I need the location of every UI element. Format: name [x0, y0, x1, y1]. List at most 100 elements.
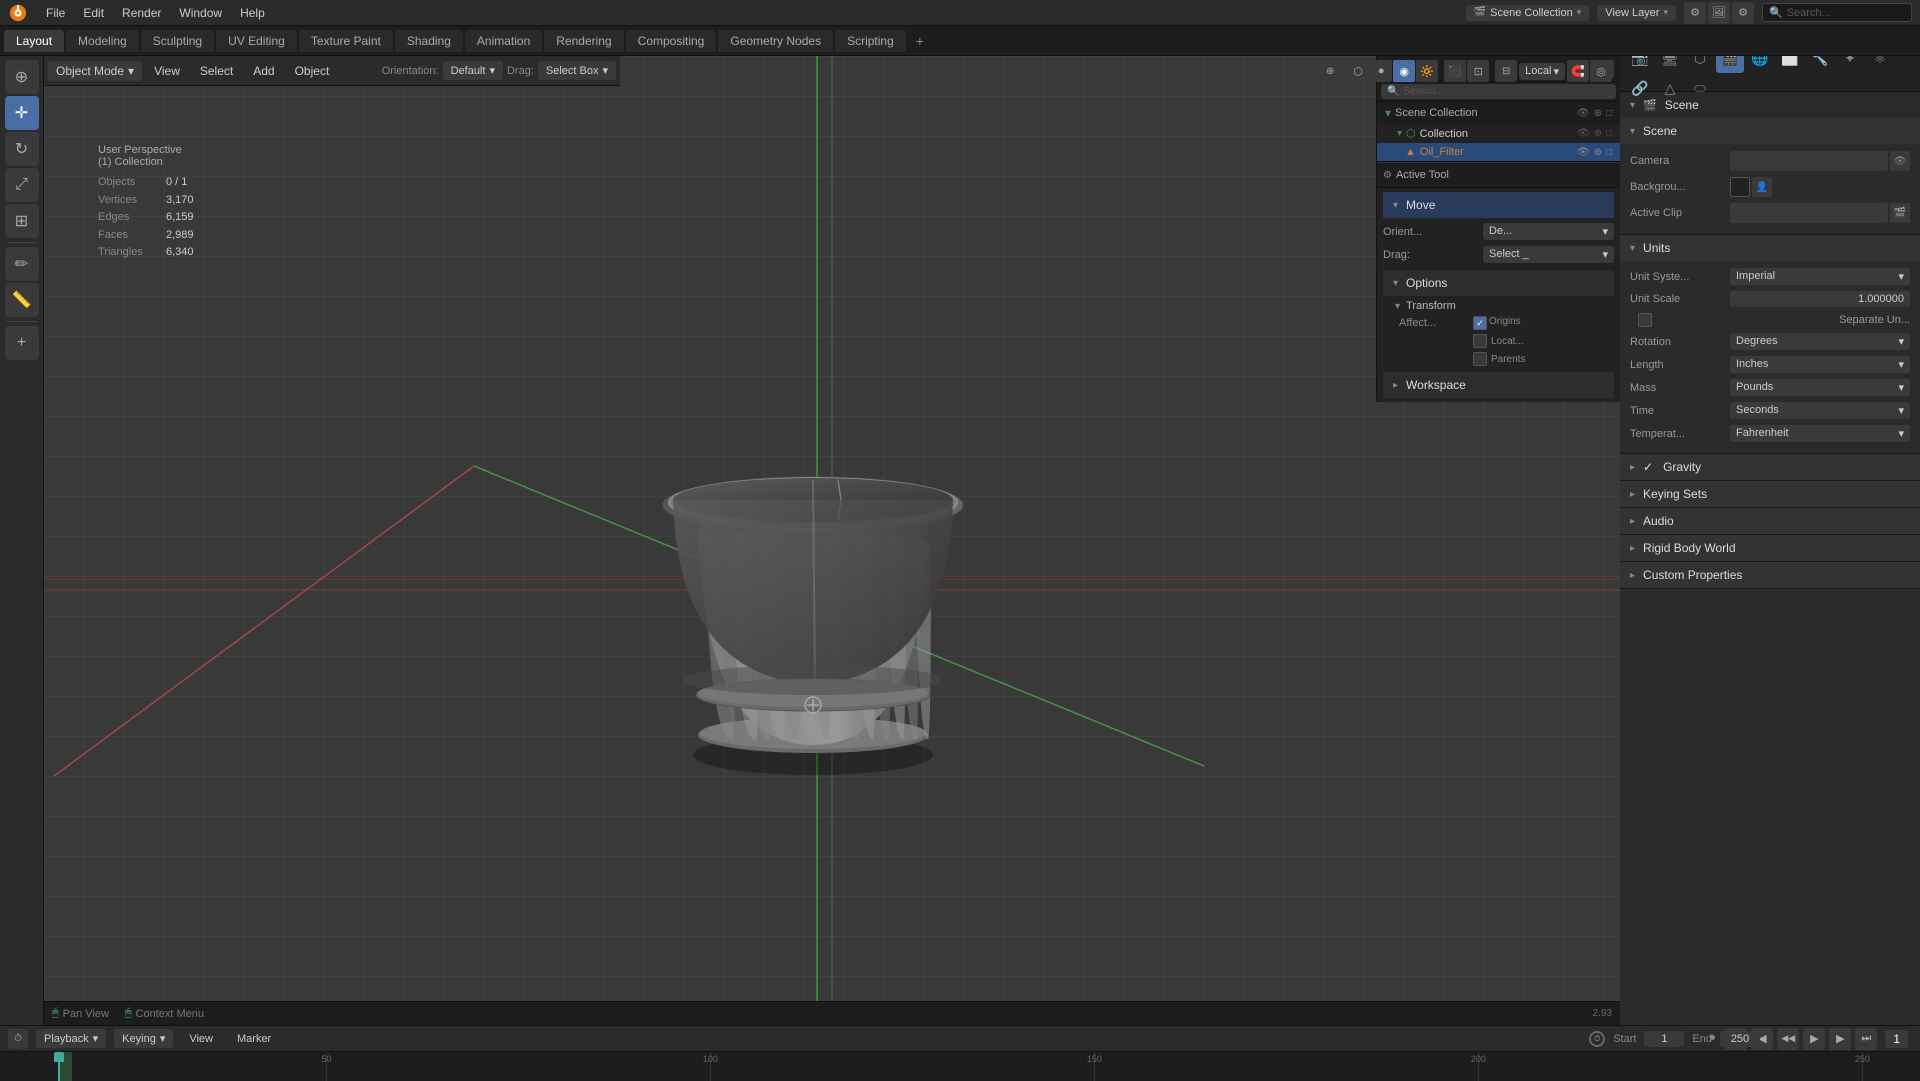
hide-icon[interactable]: □: [1606, 108, 1612, 119]
material-shade-btn[interactable]: ◉: [1393, 60, 1415, 82]
background-eyedropper[interactable]: 👤: [1752, 177, 1772, 197]
unit-system-dropdown[interactable]: Imperial ▾: [1730, 268, 1910, 285]
pivot-dropdown-btn[interactable]: ⊟: [1495, 60, 1517, 82]
clip-eyedropper[interactable]: 🎬: [1890, 203, 1910, 223]
step-forward-btn[interactable]: ▶: [1829, 1028, 1851, 1050]
separate-units-checkbox[interactable]: [1638, 313, 1652, 327]
units-section-header[interactable]: Units: [1620, 235, 1920, 261]
timeline-marker-btn[interactable]: Marker: [229, 1030, 279, 1048]
playhead-handle[interactable]: [54, 1052, 64, 1062]
snap-toggle-btn[interactable]: 🧲: [1567, 60, 1589, 82]
timeline-bar[interactable]: 1 50 100 150 200 250: [0, 1052, 1920, 1081]
end-frame-input[interactable]: 250: [1720, 1031, 1760, 1047]
workspace-header[interactable]: Workspace: [1383, 372, 1614, 398]
unit-scale-value[interactable]: 1.000000: [1730, 291, 1910, 307]
transform-subheader[interactable]: Transform: [1383, 298, 1614, 314]
drag-row-dropdown[interactable]: Select _ ▾: [1483, 246, 1614, 263]
tab-compositing[interactable]: Compositing: [626, 30, 717, 52]
col-hide-icon[interactable]: □: [1606, 128, 1612, 139]
start-frame-input[interactable]: 1: [1644, 1031, 1684, 1047]
orient-dropdown[interactable]: De... ▾: [1483, 223, 1614, 240]
options-header[interactable]: Options: [1383, 270, 1614, 296]
cursor-icon-out[interactable]: ⊕: [1594, 108, 1602, 119]
origins-checkbox[interactable]: ✓: [1473, 316, 1487, 330]
blender-logo[interactable]: [8, 3, 28, 23]
tab-sculpting[interactable]: Sculpting: [141, 30, 214, 52]
tab-rendering[interactable]: Rendering: [544, 30, 623, 52]
keying-sets-header[interactable]: Keying Sets: [1620, 481, 1920, 507]
eye-icon[interactable]: 👁: [1577, 108, 1590, 119]
view-gizmo-btn[interactable]: ⊕: [1319, 60, 1341, 82]
xray-toggle-btn[interactable]: ⊡: [1467, 60, 1489, 82]
view-layer-selector[interactable]: View Layer ▾: [1597, 5, 1676, 21]
tab-uv-editing[interactable]: UV Editing: [216, 30, 297, 52]
custom-props-header[interactable]: Custom Properties: [1620, 562, 1920, 588]
wireframe-shade-btn[interactable]: ⬡: [1347, 60, 1369, 82]
settings-btn[interactable]: ⚙: [1732, 2, 1754, 24]
current-frame-display[interactable]: 1: [1885, 1030, 1908, 1048]
tab-animation[interactable]: Animation: [465, 30, 542, 52]
tab-shading[interactable]: Shading: [395, 30, 463, 52]
collection-item[interactable]: ▾ ⬡ Collection 👁 ⊕ □: [1377, 124, 1620, 143]
col-cursor-icon[interactable]: ⊕: [1594, 128, 1602, 139]
add-primitive-tool[interactable]: +: [5, 326, 39, 360]
tool-name-header[interactable]: Move: [1383, 192, 1614, 218]
obj-eye-icon[interactable]: 👁: [1577, 147, 1590, 158]
obj-cursor-icon[interactable]: ⊕: [1594, 147, 1602, 158]
camera-eyedropper[interactable]: 👁: [1890, 151, 1910, 171]
add-workspace-btn[interactable]: +: [908, 29, 932, 53]
menu-render[interactable]: Render: [114, 4, 169, 22]
menu-edit[interactable]: Edit: [75, 4, 112, 22]
menu-window[interactable]: Window: [171, 4, 230, 22]
obj-hide-icon[interactable]: □: [1606, 147, 1612, 158]
rendered-shade-btn[interactable]: 🔆: [1416, 60, 1438, 82]
locat-checkbox[interactable]: [1473, 334, 1487, 348]
scene-section-header[interactable]: Scene: [1620, 118, 1920, 144]
transform-tool[interactable]: ⊞: [5, 204, 39, 238]
global-search[interactable]: 🔍 Search...: [1762, 3, 1912, 22]
background-color-swatch[interactable]: [1730, 177, 1750, 197]
tab-geometry-nodes[interactable]: Geometry Nodes: [718, 30, 833, 52]
material-props-icon[interactable]: ⬭: [1686, 75, 1714, 103]
tab-scripting[interactable]: Scripting: [835, 30, 906, 52]
scale-tool[interactable]: ⤢: [5, 168, 39, 202]
solid-shade-btn[interactable]: ●: [1370, 60, 1392, 82]
annotate-tool[interactable]: ✏: [5, 247, 39, 281]
gravity-section-header[interactable]: ✓ Gravity: [1620, 454, 1920, 480]
constraints-props-icon[interactable]: 🔗: [1626, 75, 1654, 103]
jump-end-btn[interactable]: ⏭: [1855, 1028, 1877, 1050]
rotation-dropdown[interactable]: Degrees ▾: [1730, 333, 1910, 350]
oil-filter-item[interactable]: ▲ Oil_Filter 👁 ⊕ □: [1377, 143, 1620, 161]
tab-texture-paint[interactable]: Texture Paint: [299, 30, 393, 52]
length-dropdown[interactable]: Inches ▾: [1730, 356, 1910, 373]
cursor-tool[interactable]: ⊕: [5, 60, 39, 94]
camera-value[interactable]: [1730, 151, 1888, 171]
active-clip-value[interactable]: [1730, 203, 1888, 223]
timeline-icon[interactable]: ⏱: [8, 1029, 28, 1049]
engine-btn[interactable]: ⚙: [1684, 2, 1706, 24]
tab-layout[interactable]: Layout: [4, 30, 64, 52]
keying-dropdown[interactable]: Keying ▾: [114, 1029, 173, 1048]
audio-section-header[interactable]: Audio: [1620, 508, 1920, 534]
data-props-icon[interactable]: △: [1656, 75, 1684, 103]
temperature-dropdown[interactable]: Fahrenheit ▾: [1730, 425, 1910, 442]
timeline-view-btn[interactable]: View: [181, 1030, 221, 1048]
play-reverse-btn[interactable]: ◀◀: [1777, 1028, 1799, 1050]
rigid-body-world-header[interactable]: Rigid Body World: [1620, 535, 1920, 561]
coord-space-dropdown[interactable]: Local ▾: [1519, 63, 1565, 80]
overlay-toggle-btn[interactable]: ⬛: [1444, 60, 1466, 82]
col-eye-icon[interactable]: 👁: [1577, 128, 1590, 139]
frame-icon[interactable]: ⏱: [1589, 1031, 1605, 1047]
mass-dropdown[interactable]: Pounds ▾: [1730, 379, 1910, 396]
move-tool[interactable]: ✛: [5, 96, 39, 130]
outliner-search-box[interactable]: 🔍 Search...: [1381, 84, 1616, 99]
tab-modeling[interactable]: Modeling: [66, 30, 139, 52]
scene-selector[interactable]: 🎬 Scene Collection ▾: [1466, 5, 1590, 21]
playback-dropdown[interactable]: Playback ▾: [36, 1029, 106, 1048]
time-dropdown[interactable]: Seconds ▾: [1730, 402, 1910, 419]
proportional-toggle-btn[interactable]: ◎: [1590, 60, 1612, 82]
play-btn[interactable]: ▶: [1803, 1028, 1825, 1050]
render-btn[interactable]: 🖼: [1708, 2, 1730, 24]
menu-help[interactable]: Help: [232, 4, 273, 22]
timeline-playhead[interactable]: [58, 1052, 60, 1081]
